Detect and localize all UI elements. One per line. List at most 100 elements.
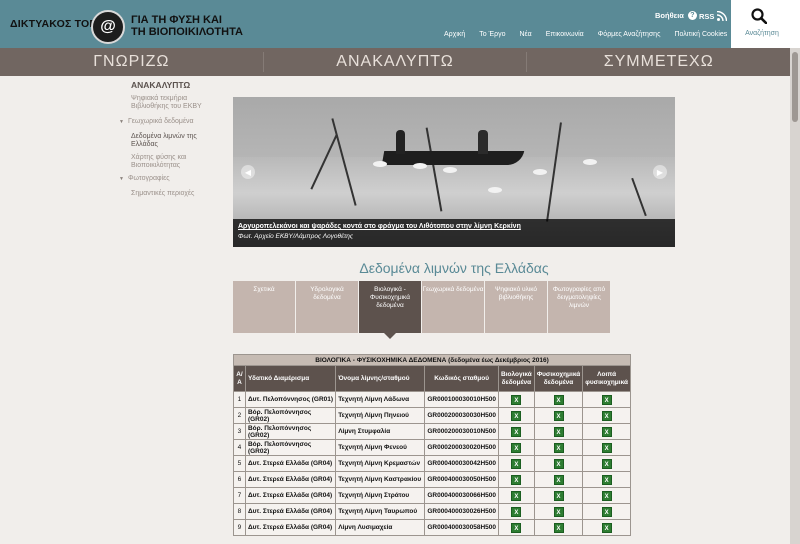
row-bio-cell: X (498, 455, 535, 472)
row-district: Βόρ. Πελοπόννησος (GR02) (244, 423, 337, 440)
nav-contact[interactable]: Επικοινωνία (546, 31, 584, 38)
caption-title[interactable]: Αργυροπελεκάνοι και ψαράδες κοντά στο φρ… (238, 223, 670, 230)
excel-file-icon[interactable]: X (511, 474, 522, 485)
row-station-code: GR000200030030H500 (424, 407, 499, 424)
excel-file-icon[interactable]: X (601, 426, 612, 437)
row-physchem-cell: X (533, 439, 584, 456)
row-number: 1 (233, 391, 246, 408)
nav-search-forms[interactable]: Φόρμες Αναζήτησης (598, 31, 661, 38)
row-lake-name: Τεχνητή Λίμνη Πηνειού (335, 407, 426, 424)
excel-file-icon[interactable]: X (601, 394, 612, 405)
excel-file-icon[interactable]: X (553, 394, 564, 405)
excel-file-icon[interactable]: X (553, 442, 564, 453)
nav-project[interactable]: Το Έργο (479, 31, 505, 38)
scrollbar-thumb[interactable] (792, 52, 798, 122)
row-number: 6 (233, 471, 246, 488)
col-header-bio: Βιολογικά δεδομένα (498, 365, 535, 392)
rss-icon (717, 11, 728, 21)
search-label: Αναζήτηση (745, 30, 779, 37)
excel-file-icon[interactable]: X (601, 458, 612, 469)
carousel-next-arrow[interactable]: ▶ (653, 165, 667, 179)
caption-credit: Φωτ. Αρχείο ΕΚΒΥ/Λάμπρος Λογοθέτης (238, 233, 354, 240)
logo-icon[interactable]: @ (91, 10, 125, 44)
hero-caption: Αργυροπελεκάνοι και ψαράδες κοντά στο φρ… (233, 219, 675, 247)
excel-file-icon[interactable]: X (511, 522, 522, 533)
sidebar-item-lakes-data[interactable]: Δεδομένα λιμνών της Ελλάδας (131, 133, 218, 149)
excel-file-icon[interactable]: X (511, 426, 522, 437)
row-bio-cell: X (498, 487, 535, 504)
row-other-cell: X (582, 439, 631, 456)
nav-home[interactable]: Αρχική (444, 31, 465, 38)
excel-file-icon[interactable]: X (553, 474, 564, 485)
excel-file-icon[interactable]: X (553, 522, 564, 533)
row-physchem-cell: X (533, 487, 584, 504)
row-physchem-cell: X (533, 455, 584, 472)
excel-file-icon[interactable]: X (601, 442, 612, 453)
excel-file-icon[interactable]: X (511, 458, 522, 469)
pelican (533, 169, 547, 175)
nav-news[interactable]: Νέα (520, 31, 532, 38)
excel-file-icon[interactable]: X (601, 410, 612, 421)
mainnav-participate[interactable]: ΣΥΜΜΕΤΕΧΩ (527, 48, 790, 76)
search-icon[interactable] (751, 8, 767, 24)
row-other-cell: X (582, 487, 631, 504)
question-icon: ? (687, 11, 697, 20)
excel-file-icon[interactable]: X (601, 474, 612, 485)
excel-file-icon[interactable]: X (553, 506, 564, 517)
row-other-cell: X (582, 471, 631, 488)
row-station-code: GR000400030042H500 (424, 455, 499, 472)
table-body: 1 Δυτ. Πελοπόννησος (GR01) Τεχνητή Λίμνη Λ… (233, 391, 631, 536)
mainnav-know[interactable]: ΓΝΩΡΙΖΩ (0, 48, 263, 76)
excel-file-icon[interactable]: X (601, 506, 612, 517)
logo-text-right[interactable]: ΓΙΑ ΤΗ ΦΥΣΗ ΚΑΙ ΤΗ ΒΙΟΠΟΙΚΙΛΟΤΗΤΑ (131, 14, 243, 38)
logo-line-2: ΤΗ ΒΙΟΠΟΙΚΙΛΟΤΗΤΑ (131, 26, 243, 38)
excel-file-icon[interactable]: X (553, 426, 564, 437)
sidebar-item-important-areas[interactable]: Σημαντικές περιοχές (131, 190, 218, 198)
mainnav-discover[interactable]: ΑΝΑΚΑΛΥΠΤΩ (264, 48, 527, 76)
row-other-cell: X (582, 455, 631, 472)
col-header-physchem: Φυσικοχημικά δεδομένα (533, 365, 584, 392)
tab-library[interactable]: Ψηφιακό υλικό βιβλιοθήκης (485, 281, 547, 333)
sidebar: ΑΝΑΚΑΛΥΠΤΩ Ψηφιακά τεκμήρια Βιβλιοθήκης … (116, 80, 218, 203)
excel-file-icon[interactable]: X (511, 394, 522, 405)
excel-file-icon[interactable]: X (553, 458, 564, 469)
sidebar-item-geodata[interactable]: Γεωχωρικά δεδομένα (119, 118, 218, 126)
help-link[interactable]: Βοήθεια ? (655, 11, 697, 20)
row-other-cell: X (582, 423, 631, 440)
excel-file-icon[interactable]: X (553, 410, 564, 421)
tab-photos[interactable]: Φωτογραφίες από δειγματοληψίες λιμνών (548, 281, 610, 333)
nav-cookies[interactable]: Πολιτική Cookies (674, 31, 727, 38)
excel-file-icon[interactable]: X (511, 410, 522, 421)
pelican (583, 159, 597, 165)
carousel-prev-arrow[interactable]: ◀ (241, 165, 255, 179)
sidebar-item-nature-map[interactable]: Χάρτης φύσης και Βιοποικιλότητας (131, 154, 218, 170)
fisherman (396, 130, 405, 154)
table-row: 6 Δυτ. Στερεά Ελλάδα (GR04) Τεχνητή Λίμνη … (233, 471, 631, 488)
excel-file-icon[interactable]: X (601, 490, 612, 501)
excel-file-icon[interactable]: X (601, 522, 612, 533)
col-header-other: Λοιπά φυσικοχημικά (582, 365, 631, 392)
scrollbar[interactable] (790, 48, 800, 544)
excel-file-icon[interactable]: X (511, 506, 522, 517)
row-station-code: GR000100030010H500 (424, 391, 499, 408)
table-row: 7 Δυτ. Στερεά Ελλάδα (GR04) Τεχνητή Λίμνη … (233, 487, 631, 504)
row-bio-cell: X (498, 471, 535, 488)
excel-file-icon[interactable]: X (511, 490, 522, 501)
tab-biological[interactable]: Βιολογικά - Φυσικοχημικά δεδομένα (359, 281, 421, 339)
row-bio-cell: X (498, 407, 535, 424)
logo-line-1: ΓΙΑ ΤΗ ΦΥΣΗ ΚΑΙ (131, 14, 222, 26)
tab-hydrological[interactable]: Υδρολογικά δεδομένα (296, 281, 358, 333)
row-station-code: GR000400030026H500 (424, 503, 499, 520)
table-row: 4 Βόρ. Πελοπόννησος (GR02) Τεχνητή Λίμνη Φ… (233, 439, 631, 456)
table-row: 3 Βόρ. Πελοπόννησος (GR02) Λίμνη Στυμφαλία… (233, 423, 631, 440)
rss-link[interactable]: RSS (699, 11, 728, 21)
site-header: ΔΙΚΤΥΑΚΟΣ ΤΟΠΟΣ @ ΓΙΑ ΤΗ ΦΥΣΗ ΚΑΙ ΤΗ ΒΙΟ… (0, 0, 800, 48)
row-number: 2 (233, 407, 246, 424)
tab-geospatial[interactable]: Γεωχωρικά δεδομένα (422, 281, 484, 333)
tab-about[interactable]: Σχετικά (233, 281, 295, 333)
sidebar-item-photos[interactable]: Φωτογραφίες (119, 175, 218, 183)
excel-file-icon[interactable]: X (553, 490, 564, 501)
fisherman (478, 130, 488, 154)
sidebar-item-library[interactable]: Ψηφιακά τεκμήρια Βιβλιοθήκης του ΕΚΒΥ (131, 95, 218, 111)
excel-file-icon[interactable]: X (511, 442, 522, 453)
